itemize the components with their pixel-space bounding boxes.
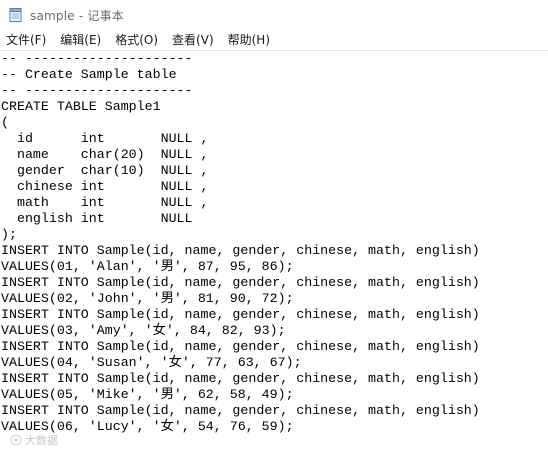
editor-line: VALUES(01, 'Alan', '男', 87, 95, 86); (1, 259, 294, 274)
editor-line: -- Create Sample table (1, 67, 177, 82)
menu-format[interactable]: 格式(O) (108, 30, 165, 50)
editor-line: english int NULL (1, 211, 193, 226)
editor-line: -- --------------------- (1, 51, 193, 66)
editor-line: VALUES(03, 'Amy', '女', 84, 82, 93); (1, 323, 286, 338)
editor-line: VALUES(05, 'Mike', '男', 62, 58, 49); (1, 387, 294, 402)
editor-line: name char(20) NULL , (1, 147, 209, 162)
editor-line: INSERT INTO Sample(id, name, gender, chi… (1, 307, 480, 322)
editor-line: INSERT INTO Sample(id, name, gender, chi… (1, 243, 480, 258)
editor-line: INSERT INTO Sample(id, name, gender, chi… (1, 339, 480, 354)
editor-line: INSERT INTO Sample(id, name, gender, chi… (1, 403, 480, 418)
menu-view[interactable]: 查看(V) (165, 30, 221, 50)
editor-line: INSERT INTO Sample(id, name, gender, chi… (1, 371, 480, 386)
editor-line: id int NULL , (1, 131, 209, 146)
editor-line: ); (1, 227, 17, 242)
editor-line: CREATE TABLE Sample1 (1, 99, 161, 114)
notepad-icon (8, 7, 24, 23)
editor-line: ( (1, 115, 9, 130)
menu-edit[interactable]: 编辑(E) (53, 30, 108, 50)
menu-file[interactable]: 文件(F) (0, 30, 53, 50)
editor-line: -- --------------------- (1, 83, 193, 98)
editor-line: chinese int NULL , (1, 179, 209, 194)
editor-line: VALUES(02, 'John', '男', 81, 90, 72); (1, 291, 294, 306)
window-title: sample - 记事本 (30, 8, 124, 23)
notepad-window: sample - 记事本 文件(F) 编辑(E) 格式(O) 查看(V) 帮助(… (0, 0, 548, 454)
editor-line: VALUES(04, 'Susan', '女', 77, 63, 67); (1, 355, 302, 370)
menu-bar: 文件(F) 编辑(E) 格式(O) 查看(V) 帮助(H) (0, 30, 548, 50)
editor-line: gender char(10) NULL , (1, 163, 209, 178)
menu-help[interactable]: 帮助(H) (221, 30, 277, 50)
editor-line: math int NULL , (1, 195, 209, 210)
editor-line: INSERT INTO Sample(id, name, gender, chi… (1, 275, 480, 290)
title-bar[interactable]: sample - 记事本 (0, 0, 548, 30)
text-editor[interactable]: -- --------------------- -- Create Sampl… (0, 50, 548, 454)
editor-line: VALUES(06, 'Lucy', '女', 54, 76, 59); (1, 419, 294, 434)
